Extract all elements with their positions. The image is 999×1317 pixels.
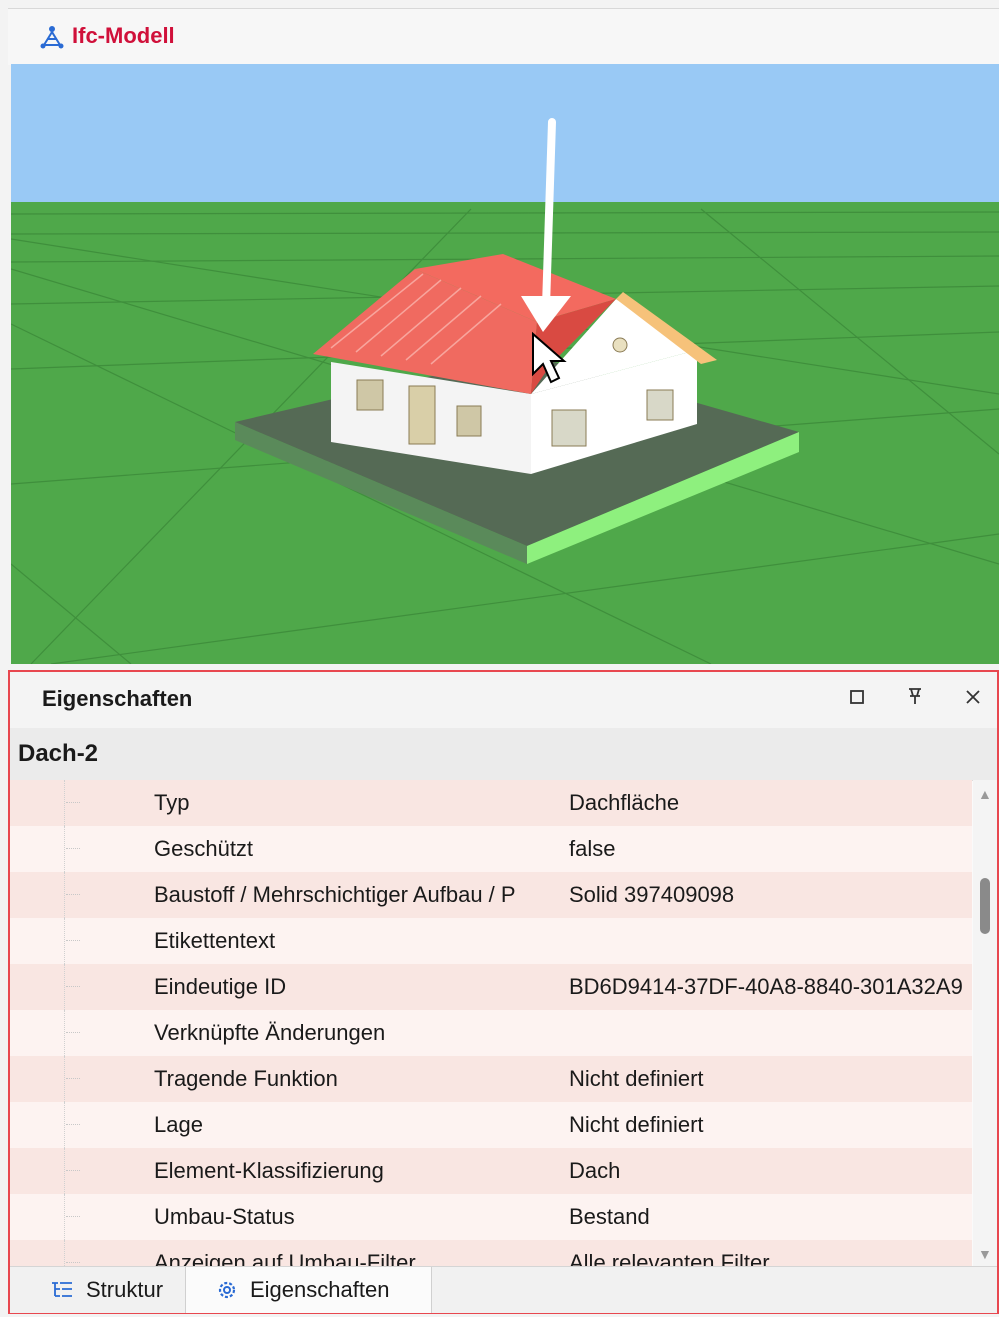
pin-icon[interactable] [900,684,930,714]
group-title: Dach-2 [18,740,99,767]
tab-struktur[interactable]: Struktur [32,1267,186,1313]
property-row[interactable]: Baustoff / Mehrschichtiger Aufbau / P Sol… [10,872,972,918]
property-row[interactable]: Eindeutige ID BD6D9414-37DF-40A8-8840-301… [10,964,972,1010]
property-value[interactable]: Nicht definiert [569,1112,972,1138]
property-row[interactable]: Anzeigen auf Umbau-Filter Alle relevanten… [10,1240,972,1266]
property-row[interactable]: Element-Klassifizierung Dach [10,1148,972,1194]
bottom-tab-bar: Struktur Eigenschaften [10,1266,997,1313]
scroll-up-icon[interactable]: ▲ [978,786,992,802]
properties-header: Eigenschaften [10,672,997,728]
property-name: Eindeutige ID [154,974,287,999]
scroll-down-icon[interactable]: ▼ [978,1246,992,1262]
close-icon[interactable] [958,684,988,714]
tree-structure-icon [52,1282,72,1297]
property-row[interactable]: Typ Dachfläche [10,780,972,826]
property-name: Geschützt [154,836,254,861]
properties-panel: Eigenschaften Dach-2 Typ Dachfläche Gesch… [8,670,999,1314]
property-name: Lage [154,1112,203,1137]
tab-label: Struktur [86,1277,164,1302]
property-value[interactable]: Dachfläche [569,790,972,816]
property-row[interactable]: Tragende Funktion Nicht definiert [10,1056,972,1102]
property-name: Anzeigen auf Umbau-Filter [154,1250,416,1266]
3d-viewport[interactable] [11,64,999,664]
property-value[interactable]: Dach [569,1158,972,1184]
property-name: Etikettentext [154,928,276,953]
window-title-bar: Ifc-Modell [8,8,999,65]
scroll-thumb[interactable] [980,878,990,934]
property-group-header[interactable]: Dach-2 [10,728,997,781]
property-name: Element-Klassifizierung [154,1158,384,1183]
property-value[interactable]: Nicht definiert [569,1066,972,1092]
property-value[interactable]: false [569,836,972,862]
property-row[interactable]: Lage Nicht definiert [10,1102,972,1148]
property-row[interactable]: Verknüpfte Änderungen [10,1010,972,1056]
vertical-scrollbar[interactable]: ▲ ▼ [973,780,997,1266]
property-row[interactable]: Geschützt false [10,826,972,872]
property-value[interactable]: Solid 397409098 [569,882,972,908]
gear-icon [218,1281,236,1299]
property-value[interactable]: Bestand [569,1204,972,1230]
property-name: Umbau-Status [154,1204,295,1229]
property-name: Verknüpfte Änderungen [154,1020,386,1045]
property-value[interactable]: Alle relevanten Filter [569,1250,972,1266]
window-title: Ifc-Modell [72,23,175,48]
property-row[interactable]: Umbau-Status Bestand [10,1194,972,1240]
ifc-model-icon [40,26,64,49]
property-value[interactable]: BD6D9414-37DF-40A8-8840-301A32A9 [569,974,972,1000]
maximize-icon[interactable] [842,684,872,714]
tab-eigenschaften[interactable]: Eigenschaften [186,1267,432,1313]
property-row[interactable]: Etikettentext [10,918,972,964]
properties-title: Eigenschaften [42,686,193,711]
tab-label: Eigenschaften [250,1277,390,1302]
property-name: Typ [154,790,190,815]
property-name: Baustoff / Mehrschichtiger Aufbau / P [154,882,516,907]
property-name: Tragende Funktion [154,1066,338,1091]
property-grid: Typ Dachfläche Geschützt false Baustoff / … [10,780,972,1266]
